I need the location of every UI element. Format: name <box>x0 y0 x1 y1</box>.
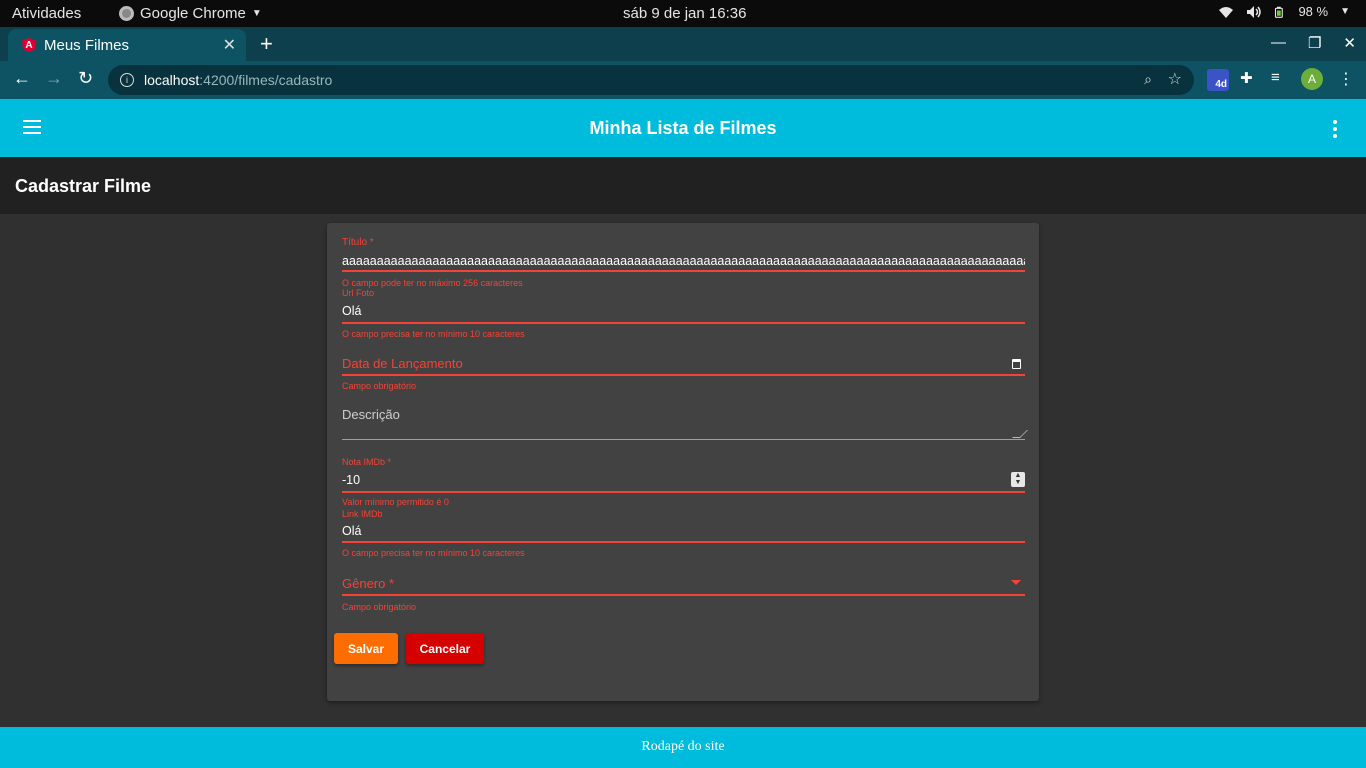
cancel-button[interactable]: Cancelar <box>406 633 484 664</box>
browser-toolbar: ← → ↻ i localhost:4200/filmes/cadastro ⌕… <box>0 61 1366 99</box>
link-imdb-underline <box>342 541 1025 543</box>
browser-tab[interactable]: A Meus Filmes ✕ <box>8 29 246 61</box>
system-top-bar: Atividades Google Chrome ▼ sáb 9 de jan … <box>0 0 1366 27</box>
angular-favicon-icon: A <box>22 38 36 52</box>
window-controls: — ❐ ✕ <box>1271 34 1356 52</box>
genero-underline <box>342 594 1025 596</box>
new-tab-button[interactable]: + <box>260 31 273 57</box>
tab-title: Meus Filmes <box>44 36 130 54</box>
close-tab-icon[interactable]: ✕ <box>223 35 236 55</box>
app-name: Google Chrome <box>140 5 246 22</box>
activities-button[interactable]: Atividades <box>12 5 81 22</box>
data-lancamento-error: Campo obrigatório <box>342 381 417 391</box>
number-spinner-icon[interactable]: ▲ ▼ <box>1011 472 1025 487</box>
url-foto-input[interactable]: Olá <box>342 304 1025 318</box>
profile-avatar[interactable]: A <box>1301 68 1323 90</box>
more-vert-icon[interactable] <box>1333 120 1337 138</box>
chrome-menu-icon[interactable]: ⋮ <box>1338 69 1354 89</box>
wifi-icon <box>1219 6 1234 18</box>
address-bar[interactable]: i localhost:4200/filmes/cadastro ⌕ ☆ <box>108 65 1194 95</box>
reload-icon[interactable]: ↻ <box>78 68 93 89</box>
form-card: Título * aaaaaaaaaaaaaaaaaaaaaaaaaaaaaaa… <box>327 223 1039 701</box>
extension-4d-icon[interactable]: 4d <box>1207 69 1229 91</box>
app-menu[interactable]: Google Chrome ▼ <box>119 5 262 22</box>
volume-icon <box>1247 5 1262 18</box>
calendar-icon[interactable] <box>1012 359 1021 369</box>
media-queue-icon[interactable]: ≡ <box>1271 69 1280 86</box>
titulo-underline <box>342 270 1025 272</box>
url-text[interactable]: localhost:4200/filmes/cadastro <box>144 72 332 88</box>
bookmark-star-icon[interactable]: ☆ <box>1168 69 1182 89</box>
chrome-icon <box>119 6 134 21</box>
nota-imdb-input[interactable]: -10 <box>342 473 1025 487</box>
genero-placeholder: Gênero * <box>342 576 395 591</box>
chevron-down-icon: ▼ <box>1340 6 1350 17</box>
url-foto-error: O campo precisa ter no mínimo 10 caracte… <box>342 329 525 339</box>
clock[interactable]: sáb 9 de jan 16:36 <box>623 5 746 22</box>
nota-imdb-error: Valor mínimo permitido é 0 <box>342 497 449 507</box>
genero-error: Campo obrigatório <box>342 602 417 612</box>
minimize-icon[interactable]: — <box>1271 34 1286 52</box>
app-toolbar: Minha Lista de Filmes <box>0 99 1366 157</box>
site-footer: Rodapé do site <box>0 727 1366 768</box>
zoom-icon[interactable]: ⌕ <box>1144 71 1152 88</box>
nota-imdb-underline <box>342 491 1025 493</box>
nota-imdb-label: Nota IMDb * <box>342 457 392 467</box>
titulo-label: Título * <box>342 237 374 248</box>
page-header: Cadastrar Filme <box>0 157 1366 214</box>
link-imdb-input[interactable]: Olá <box>342 524 1025 538</box>
descricao-label: Descrição <box>342 407 400 422</box>
url-foto-label: Url Foto <box>342 288 375 298</box>
system-tray[interactable]: 98 % ▼ <box>1218 4 1350 19</box>
dropdown-arrow-icon[interactable] <box>1011 580 1021 585</box>
battery-percent: 98 % <box>1298 4 1329 19</box>
chevron-down-icon: ▼ <box>251 8 262 19</box>
app-title: Minha Lista de Filmes <box>589 118 777 138</box>
link-imdb-error: O campo precisa ter no mínimo 10 caracte… <box>342 548 525 558</box>
titulo-error: O campo pode ter no máximo 256 caractere… <box>342 278 523 288</box>
restore-icon[interactable]: ❐ <box>1308 34 1321 52</box>
site-info-icon[interactable]: i <box>120 73 134 87</box>
url-foto-underline <box>342 322 1025 324</box>
page-title: Cadastrar Filme <box>15 176 152 196</box>
save-button[interactable]: Salvar <box>334 633 398 664</box>
battery-icon <box>1275 6 1284 18</box>
titulo-input[interactable]: aaaaaaaaaaaaaaaaaaaaaaaaaaaaaaaaaaaaaaaa… <box>342 254 1025 268</box>
resize-handle-icon[interactable] <box>1012 430 1028 438</box>
close-window-icon[interactable]: ✕ <box>1343 34 1356 52</box>
tab-strip: A Meus Filmes ✕ + — ❐ ✕ <box>0 27 1366 61</box>
data-lancamento-underline <box>342 374 1025 376</box>
descricao-underline <box>342 439 1025 440</box>
forward-arrow-icon[interactable]: → <box>45 68 63 89</box>
back-arrow-icon[interactable]: ← <box>13 68 31 89</box>
extensions-puzzle-icon[interactable]: ✚ <box>1240 69 1253 87</box>
data-lancamento-placeholder: Data de Lançamento <box>342 356 463 371</box>
link-imdb-label: Link IMDb <box>342 509 383 519</box>
